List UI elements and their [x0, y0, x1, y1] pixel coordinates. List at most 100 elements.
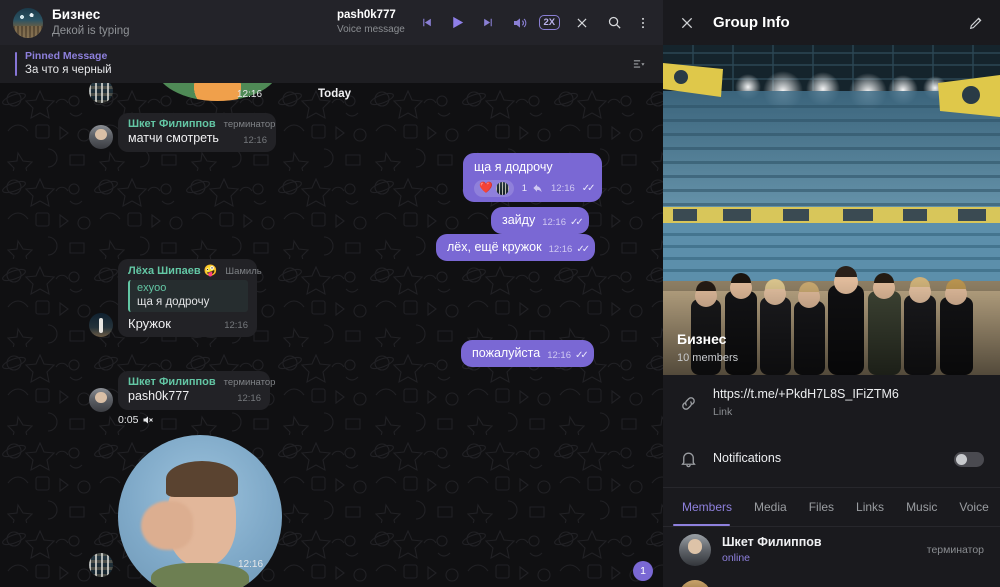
member-name: Шкет Филиппов [722, 534, 822, 549]
bell-icon [679, 450, 713, 469]
reaction-row[interactable]: ❤️ 1 12:16 ✓✓ [474, 179, 596, 197]
reaction-badge[interactable]: ❤️ [474, 179, 514, 197]
message-author[interactable]: Шкет Филиппов [128, 118, 216, 130]
avatar[interactable] [89, 313, 113, 337]
tab-music[interactable]: Music [895, 488, 948, 526]
unread-count-badge[interactable]: 1 [633, 561, 653, 581]
group-info-panel: Group Info Бизнес 10 members https://t.m… [663, 0, 1000, 587]
date-divider: Today [318, 88, 352, 100]
tab-files[interactable]: Files [798, 488, 845, 526]
bubble-header: Шкет Филиппов терминатор [128, 376, 275, 388]
chat-header-text[interactable]: Бизнес Декой is typing [52, 7, 130, 38]
list-item[interactable]: Шкет Филиппов online терминатор [663, 527, 1000, 573]
active-tab-underline [673, 523, 730, 526]
notifications-row[interactable]: Notifications [663, 431, 1000, 487]
author-emoji: 🤪 [203, 265, 218, 277]
group-link-row[interactable]: https://t.me/+PkdH7L8S_IFiZTM6 Link [663, 375, 1000, 431]
avatar[interactable] [679, 580, 711, 587]
link-icon [679, 394, 713, 413]
telegram-window: Бизнес Декой is typing pash0k777 Voice m… [0, 0, 1000, 587]
pinned-message-text: За что я черный [25, 64, 112, 77]
bubble-body: матчи смотреть 12:16 [128, 130, 267, 147]
member-status: online [722, 552, 751, 565]
pinned-marker [15, 52, 17, 76]
message-meta: 12:16 ✓✓ [549, 243, 590, 256]
tab-voice[interactable]: Voice [948, 488, 999, 526]
avatar[interactable] [89, 83, 113, 103]
message-bubble-outgoing[interactable]: пожалуйста 12:16 ✓✓ [461, 340, 594, 367]
player-meta: pash0k777 Voice message [337, 9, 409, 36]
read-ticks-icon: ✓✓ [576, 243, 590, 255]
notifications-toggle[interactable] [954, 451, 984, 467]
read-ticks-icon: ✓✓ [581, 182, 596, 194]
volume-icon[interactable] [506, 9, 533, 36]
speaker-muted-icon[interactable] [142, 414, 154, 426]
bubble-header: Лёха Шипаев 🤪 Шамиль [128, 264, 262, 277]
voice-player: pash0k777 Voice message 2X [337, 0, 657, 45]
message-text: pash0k777 [128, 389, 190, 403]
group-invite-link[interactable]: https://t.me/+PkdH7L8S_IFiZTM6 [713, 387, 899, 403]
message-author[interactable]: Шкет Филиппов [128, 376, 216, 388]
tab-links[interactable]: Links [845, 488, 895, 526]
reaction-count: 1 [521, 182, 527, 194]
message-bubble-outgoing[interactable]: зайду 12:16 ✓✓ [491, 207, 589, 234]
info-tabs: Members Media Files Links Music Voice [663, 488, 1000, 526]
quote-author: exyoo [137, 282, 167, 294]
play-icon[interactable] [444, 9, 471, 36]
video-duration: 0:05 [118, 414, 154, 426]
skip-previous-icon[interactable] [413, 9, 440, 36]
message-bubble-outgoing[interactable]: лёх, ещё кружок 12:16 ✓✓ [436, 234, 596, 261]
message-bubble-incoming[interactable]: Шкет Филиппов терминатор матчи смотреть … [118, 113, 276, 152]
message-time: 12:16 [542, 216, 566, 228]
quote-text: ща я додрочу [137, 296, 210, 309]
close-icon[interactable] [569, 9, 596, 36]
avatar[interactable] [679, 534, 711, 566]
pinned-text-block: Pinned Message За что я черный [25, 50, 112, 78]
tab-members[interactable]: Members [671, 488, 743, 526]
message-list[interactable]: Today 12:16 Шкет Филиппов терминатор мат… [0, 83, 663, 587]
message-bubble-incoming[interactable]: Шкет Филиппов терминатор pash0k777 12:16 [118, 371, 275, 410]
video-duration-text: 0:05 [118, 414, 139, 426]
reply-quote[interactable]: exyoo ща я додрочу [128, 280, 248, 312]
avatar[interactable] [89, 388, 113, 412]
message-bubble-incoming-reply[interactable]: Лёха Шипаев 🤪 Шамиль exyoo ща я додрочу … [118, 259, 262, 338]
read-ticks-icon: ✓✓ [575, 349, 589, 361]
message-text: пожалуйста [472, 346, 541, 360]
message-time: 12:16 [224, 320, 248, 332]
message-bubble-outgoing[interactable]: ща я додрочу ❤️ 1 12:16 ✓✓ [463, 153, 602, 202]
group-photo[interactable]: Бизнес 10 members [663, 45, 1000, 375]
author-badge: терминатор [223, 377, 276, 388]
bubble-body: pash0k777 12:16 [128, 388, 261, 405]
tab-media[interactable]: Media [743, 488, 798, 526]
chat-column: Бизнес Декой is typing pash0k777 Voice m… [0, 0, 663, 587]
message-time: 12:16 [238, 559, 264, 570]
heart-reaction-icon: ❤️ [479, 181, 493, 194]
bubble-body: Кружок 12:16 [128, 315, 248, 333]
pencil-edit-icon[interactable] [968, 15, 984, 31]
author-badge: терминатор [223, 119, 276, 130]
more-vertical-icon[interactable] [630, 9, 657, 36]
message-author[interactable]: Лёха Шипаев 🤪 [128, 264, 217, 277]
message-text: ща я додрочу [474, 160, 553, 174]
reply-arrow-icon[interactable] [532, 183, 543, 194]
message-time: 12:16 [237, 392, 261, 404]
avatar[interactable] [89, 553, 113, 577]
search-icon[interactable] [601, 9, 628, 36]
notifications-label: Notifications [713, 451, 782, 466]
pinned-list-icon[interactable] [632, 57, 647, 72]
message-meta: 12:16 ✓✓ [547, 349, 589, 362]
group-name: Бизнес [677, 331, 727, 347]
video-hair [165, 461, 238, 498]
author-badge: Шамиль [225, 266, 262, 277]
close-icon[interactable] [679, 15, 695, 31]
avatar[interactable] [89, 125, 113, 149]
chat-avatar[interactable] [13, 7, 43, 38]
reaction-avatar [495, 181, 509, 195]
message-meta: 12:16 ✓✓ [542, 216, 583, 229]
list-item[interactable]: Декой gentleman [663, 573, 1000, 587]
skip-next-icon[interactable] [475, 9, 502, 36]
playback-speed-button[interactable]: 2X [539, 15, 560, 30]
pinned-message-bar[interactable]: Pinned Message За что я черный [0, 45, 663, 83]
message-text: зайду [502, 213, 536, 227]
notifications-text-block: Notifications [713, 451, 781, 467]
